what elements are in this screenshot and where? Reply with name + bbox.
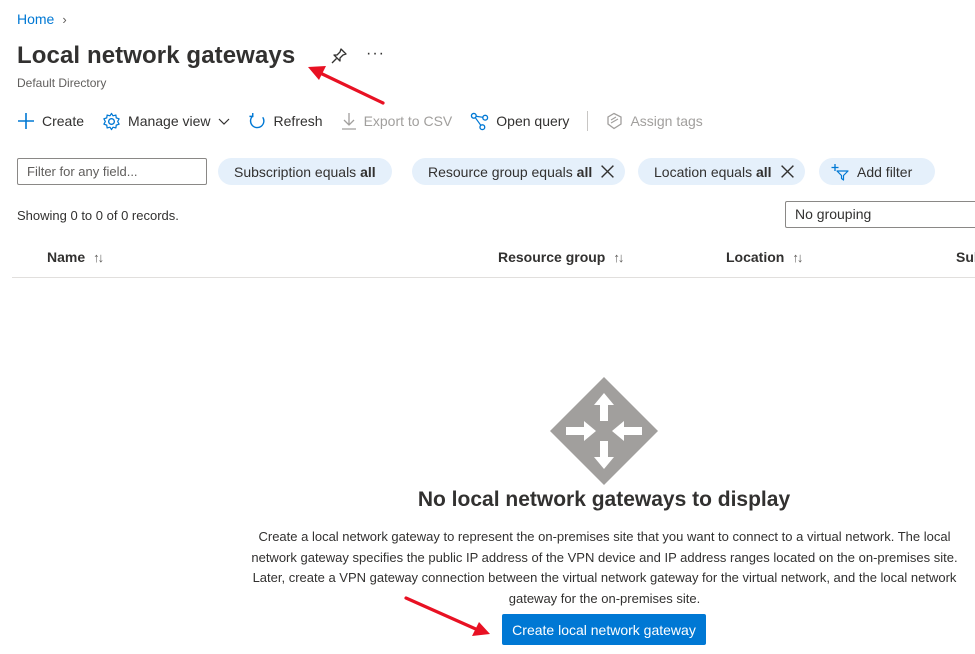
column-label: Location — [726, 249, 785, 265]
close-icon[interactable] — [780, 164, 795, 179]
column-label: Sul — [956, 249, 975, 265]
manage-view-label: Manage view — [128, 113, 211, 129]
query-icon — [471, 112, 489, 130]
breadcrumb-home-link[interactable]: Home — [17, 11, 54, 27]
plus-icon — [18, 113, 34, 129]
manage-view-button[interactable]: Manage view — [102, 112, 230, 131]
refresh-button[interactable]: Refresh — [248, 112, 323, 131]
add-filter-icon — [831, 163, 849, 181]
sort-icon: ↑↓ — [613, 249, 624, 265]
filter-input[interactable] — [17, 158, 207, 185]
export-csv-label: Export to CSV — [363, 113, 453, 129]
column-header-subscription[interactable]: Sul — [956, 249, 975, 265]
column-label: Resource group — [498, 249, 606, 265]
local-network-gateway-icon — [550, 377, 658, 485]
annotation-arrow-icon — [308, 66, 385, 105]
add-filter-button[interactable]: Add filter — [819, 158, 935, 185]
location-filter-text: Location equals all — [654, 163, 772, 180]
gear-icon — [103, 112, 120, 130]
column-label: Name — [47, 249, 86, 265]
subscription-filter-text: Subscription equals all — [234, 163, 376, 180]
assign-tags-label: Assign tags — [630, 113, 703, 129]
page-title: Local network gateways — [17, 42, 296, 69]
create-local-network-gateway-button[interactable]: Create local network gateway — [502, 614, 706, 645]
create-button[interactable]: Create — [17, 112, 84, 130]
column-header-location[interactable]: Location ↑↓ — [726, 249, 803, 265]
empty-state-title: No local network gateways to display — [417, 488, 791, 511]
refresh-label: Refresh — [273, 113, 323, 129]
page-subtitle: Default Directory — [17, 76, 107, 90]
download-icon — [341, 113, 356, 130]
tag-icon — [607, 112, 623, 130]
subscription-filter-pill[interactable]: Subscription equals all — [218, 158, 392, 185]
chevron-right-icon: › — [62, 11, 67, 27]
open-query-button[interactable]: Open query — [470, 112, 569, 131]
table-header: Name ↑↓ Resource group ↑↓ Location ↑↓ Su… — [12, 240, 975, 278]
records-count: Showing 0 to 0 of 0 records. — [17, 208, 179, 223]
open-query-label: Open query — [496, 113, 570, 129]
breadcrumb: Home › — [17, 11, 67, 27]
sort-icon: ↑↓ — [792, 249, 803, 265]
grouping-dropdown[interactable]: No grouping — [785, 201, 975, 228]
resource-group-filter-pill[interactable]: Resource group equals all — [412, 158, 626, 185]
location-filter-pill[interactable]: Location equals all — [638, 158, 805, 185]
export-csv-button[interactable]: Export to CSV — [341, 112, 453, 130]
close-icon[interactable] — [600, 164, 615, 179]
column-header-name[interactable]: Name ↑↓ — [47, 249, 104, 265]
assign-tags-button[interactable]: Assign tags — [606, 112, 703, 130]
pin-icon[interactable] — [330, 47, 348, 65]
column-header-resource-group[interactable]: Resource group ↑↓ — [498, 249, 624, 265]
command-bar: Create Manage view Refresh Export to CSV… — [17, 109, 721, 133]
empty-state-description: Create a local network gateway to repres… — [251, 529, 958, 606]
more-options-button[interactable]: ··· — [366, 45, 385, 63]
create-label: Create — [42, 113, 85, 129]
resource-group-filter-text: Resource group equals all — [428, 163, 593, 180]
toolbar-divider — [587, 111, 589, 131]
chevron-down-icon — [218, 118, 229, 125]
refresh-icon — [248, 112, 265, 128]
sort-icon: ↑↓ — [93, 249, 104, 265]
add-filter-label: Add filter — [857, 163, 913, 180]
